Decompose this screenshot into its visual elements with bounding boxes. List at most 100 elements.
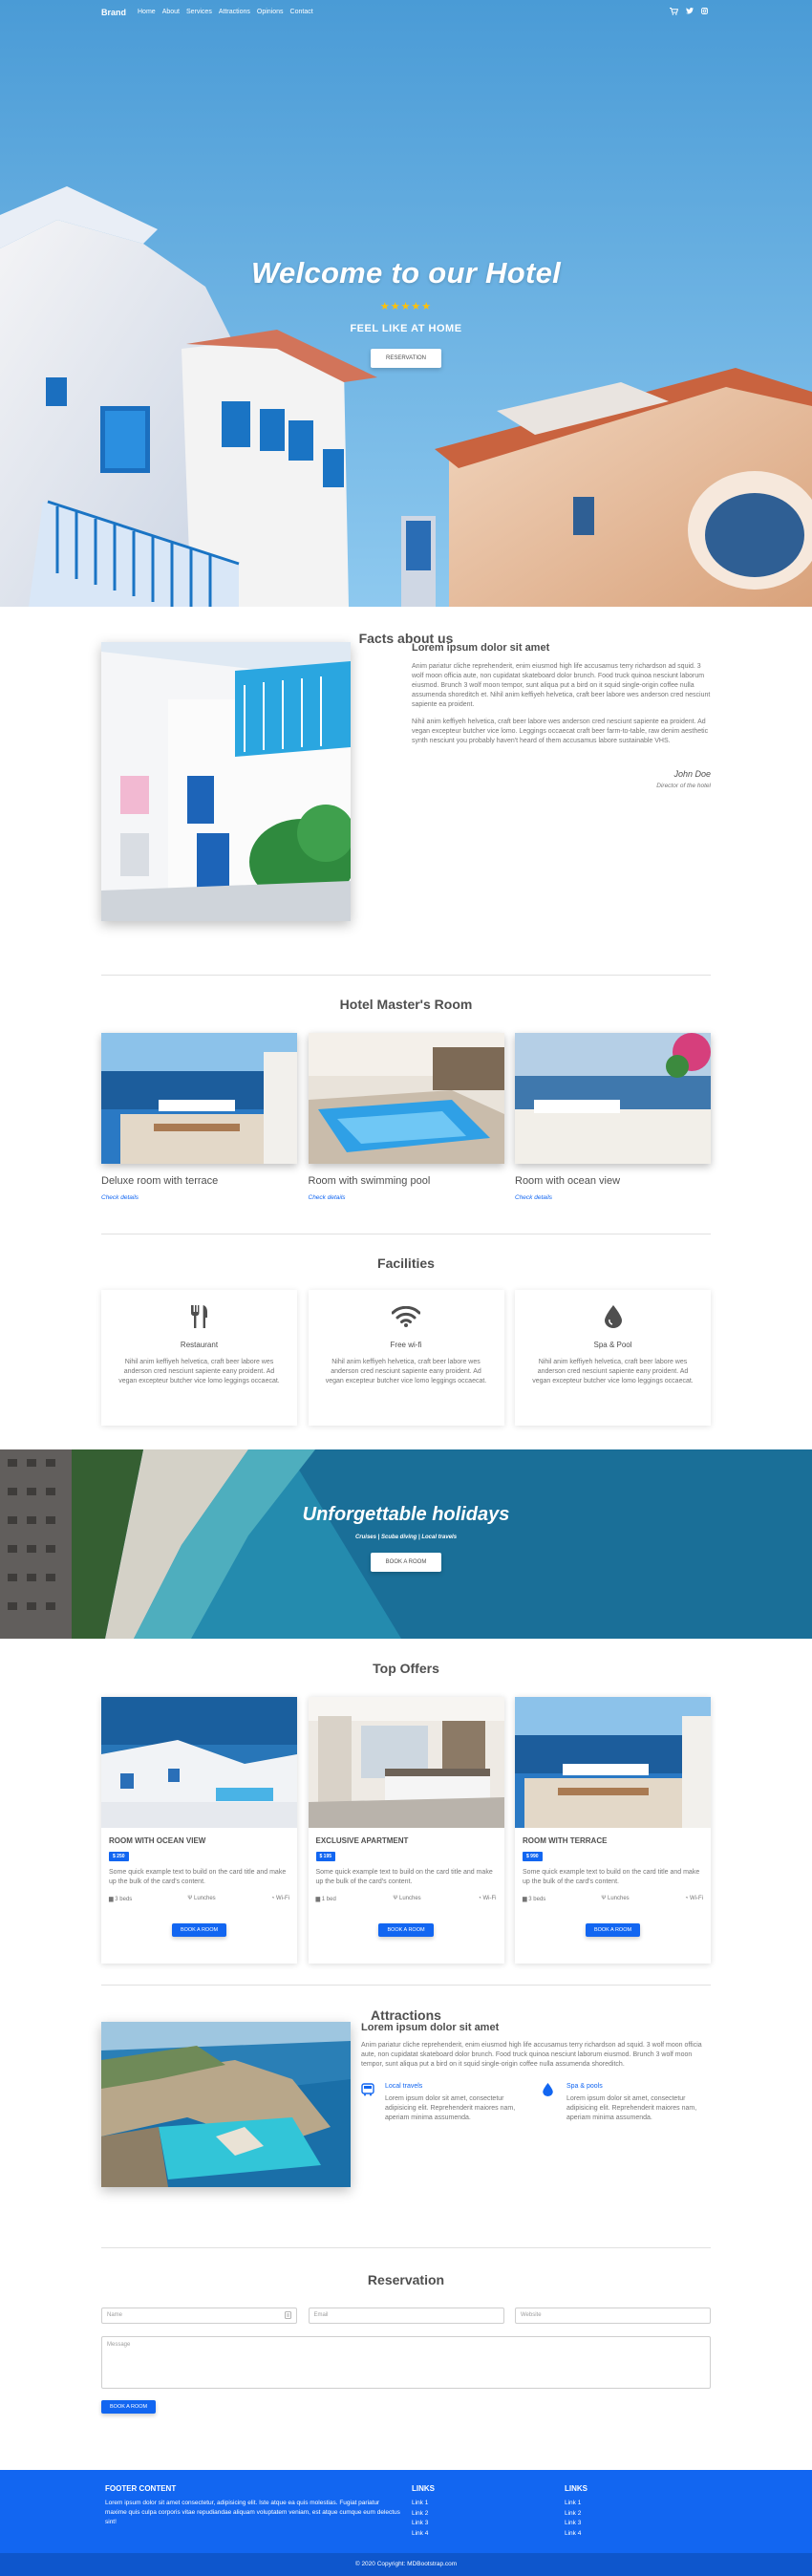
email-field[interactable]: Email (308, 2308, 504, 2324)
reservation-title: Reservation (367, 2272, 445, 2287)
facts-paragraph-2: Nihil anim keffiyeh helvetica, craft bee… (412, 719, 709, 744)
utensils-icon: Ψ (601, 1896, 608, 1901)
instagram-icon[interactable] (701, 8, 708, 17)
holiday-content: Unforgettable holidays Cruises | Scuba d… (0, 1504, 812, 1572)
book-room-button[interactable]: BOOK A ROOM (378, 1923, 434, 1937)
footer-link[interactable]: Link 3 (565, 2519, 588, 2529)
footer-links-title: LINKS (565, 2484, 588, 2493)
footer-link[interactable]: Link 3 (412, 2519, 435, 2529)
reservation-form-row: Name Email Website (101, 2308, 711, 2324)
room-image[interactable] (308, 1033, 504, 1164)
footer-link[interactable]: Link 4 (412, 2529, 435, 2540)
offer-card: ROOM WITH TERRACE $ 990 Some quick examp… (515, 1697, 711, 1964)
rooms-title: Hotel Master's Room (339, 997, 473, 1012)
check-details-link[interactable]: Check details (515, 1194, 552, 1201)
website-field[interactable]: Website (515, 2308, 711, 2324)
book-room-button[interactable]: BOOK A ROOM (370, 1553, 442, 1572)
offer-amenities: ▆ 3 beds Ψ Lunches ◔ Wi-Fi (523, 1896, 703, 1902)
name-field[interactable]: Name (101, 2308, 297, 2324)
offer-body: EXCLUSIVE APARTMENT $ 195 Some quick exa… (309, 1828, 504, 1937)
facility-text: Nihil anim keffiyeh helvetica, craft bee… (532, 1359, 694, 1385)
book-room-button[interactable]: BOOK A ROOM (171, 1923, 227, 1937)
offer-amenities: ▆ 1 bed Ψ Lunches ◔ Wi-Fi (316, 1896, 497, 1902)
wifi-label: Wi-Fi (690, 1896, 703, 1901)
facts-text: Lorem ipsum dolor sit amet Anim pariatur… (412, 642, 711, 789)
footer-link[interactable]: Link 2 (412, 2509, 435, 2520)
book-room-button[interactable]: BOOK A ROOM (101, 2400, 157, 2414)
feature-text: Lorem ipsum dolor sit amet, consectetur … (566, 2095, 697, 2121)
wifi-label: Wi-Fi (276, 1896, 289, 1901)
feature-spa-pools: Spa & pools Lorem ipsum dolor sit amet, … (543, 2083, 711, 2123)
facilities-section: Facilities Restaurant Nihil anim keffiye… (101, 1234, 711, 1449)
offer-card: ROOM WITH OCEAN VIEW $ 250 Some quick ex… (101, 1697, 297, 1964)
offer-image (515, 1697, 711, 1828)
rooms-section: Hotel Master's Room Deluxe room with ter… (101, 976, 711, 1234)
wifi-label: Wi-Fi (482, 1896, 497, 1901)
feature-title: Local travels (385, 2083, 423, 2090)
holiday-subtitle: Cruises | Scuba diving | Local travels (354, 1535, 458, 1540)
brand-link[interactable]: Brand (101, 8, 126, 17)
offers-grid: ROOM WITH OCEAN VIEW $ 250 Some quick ex… (101, 1697, 711, 1964)
room-title: Room with ocean view (515, 1175, 621, 1187)
hero-subtitle: FEEL LIKE AT HOME (350, 323, 462, 334)
room-card: Room with swimming pool Check details (308, 1033, 504, 1204)
signature-name: John Doe (673, 769, 711, 779)
room-image[interactable] (515, 1033, 711, 1164)
message-textarea[interactable]: Message (101, 2336, 711, 2389)
nav-link-opinions[interactable]: Opinions (257, 9, 284, 15)
hero-content: Welcome to our Hotel ★★★★★ FEEL LIKE AT … (0, 256, 812, 368)
facility-title: Restaurant (180, 1341, 219, 1349)
footer-links-1: LINKS Link 1 Link 2 Link 3 Link 4 (412, 2484, 435, 2539)
nav-link-about[interactable]: About (162, 9, 180, 15)
nav-links: Home About Services Attractions Opinions… (138, 9, 313, 15)
twitter-icon[interactable] (686, 8, 694, 17)
attractions-heading: Lorem ipsum dolor sit amet (361, 2022, 500, 2033)
facts-section: Facts about us Lorem ipsum dolor sit ame… (101, 607, 711, 975)
footer-links-title: LINKS (412, 2484, 435, 2493)
email-placeholder: Email (313, 2312, 329, 2318)
offer-image (308, 1697, 504, 1828)
nav-link-attractions[interactable]: Attractions (219, 9, 250, 15)
attractions-text: Lorem ipsum dolor sit amet Anim pariatur… (361, 2022, 711, 2123)
room-image[interactable] (101, 1033, 297, 1164)
offer-title: ROOM WITH OCEAN VIEW (109, 1836, 206, 1845)
check-details-link[interactable]: Check details (101, 1194, 139, 1201)
facilities-title: Facilities (377, 1256, 435, 1271)
attractions-features: Local travels Lorem ipsum dolor sit amet… (361, 2083, 711, 2123)
feature-title: Spa & pools (566, 2083, 603, 2090)
footer-link[interactable]: Link 1 (412, 2499, 435, 2509)
lunches-label: Lunches (399, 1896, 421, 1901)
footer-links-2: LINKS Link 1 Link 2 Link 3 Link 4 (565, 2484, 588, 2539)
offer-title: ROOM WITH TERRACE (523, 1836, 608, 1845)
name-placeholder: Name (107, 2312, 123, 2318)
book-room-button[interactable]: BOOK A ROOM (585, 1923, 641, 1937)
footer-link[interactable]: Link 2 (565, 2509, 588, 2520)
feature-local-travels: Local travels Lorem ipsum dolor sit amet… (361, 2083, 529, 2123)
signature-role: Director of the hotel (656, 783, 711, 789)
reservation-button[interactable]: RESERVATION (370, 349, 441, 368)
footer-link[interactable]: Link 4 (565, 2529, 588, 2540)
footer-content: FOOTER CONTENT Lorem ipsum dolor sit ame… (105, 2484, 401, 2527)
price-badge: $ 195 (315, 1852, 336, 1861)
facility-card: Spa & Pool Nihil anim keffiyeh helvetica… (515, 1290, 711, 1426)
cart-icon[interactable] (670, 8, 679, 17)
room-card: Room with ocean view Check details (515, 1033, 711, 1204)
offer-card: EXCLUSIVE APARTMENT $ 195 Some quick exa… (308, 1697, 504, 1964)
room-card: Deluxe room with terrace Check details (101, 1033, 297, 1204)
offer-text: Some quick example text to build on the … (523, 1869, 700, 1885)
nav-icons (670, 8, 708, 17)
nav-link-home[interactable]: Home (138, 9, 156, 15)
utensils-icon: Ψ (187, 1896, 194, 1901)
offer-text: Some quick example text to build on the … (315, 1869, 493, 1885)
footer-content-title: FOOTER CONTENT (105, 2484, 177, 2493)
autofill-icon[interactable] (285, 2311, 291, 2321)
offers-title: Top Offers (373, 1661, 439, 1676)
rooms-grid: Deluxe room with terrace Check details R… (101, 1033, 711, 1204)
rating-stars-icon: ★★★★★ (379, 301, 433, 312)
check-details-link[interactable]: Check details (309, 1194, 346, 1201)
nav-link-contact[interactable]: Contact (290, 9, 313, 15)
footer: FOOTER CONTENT Lorem ipsum dolor sit ame… (0, 2470, 812, 2576)
footer-link[interactable]: Link 1 (565, 2499, 588, 2509)
nav-link-services[interactable]: Services (186, 9, 212, 15)
utensils-icon: Ψ (393, 1896, 399, 1901)
